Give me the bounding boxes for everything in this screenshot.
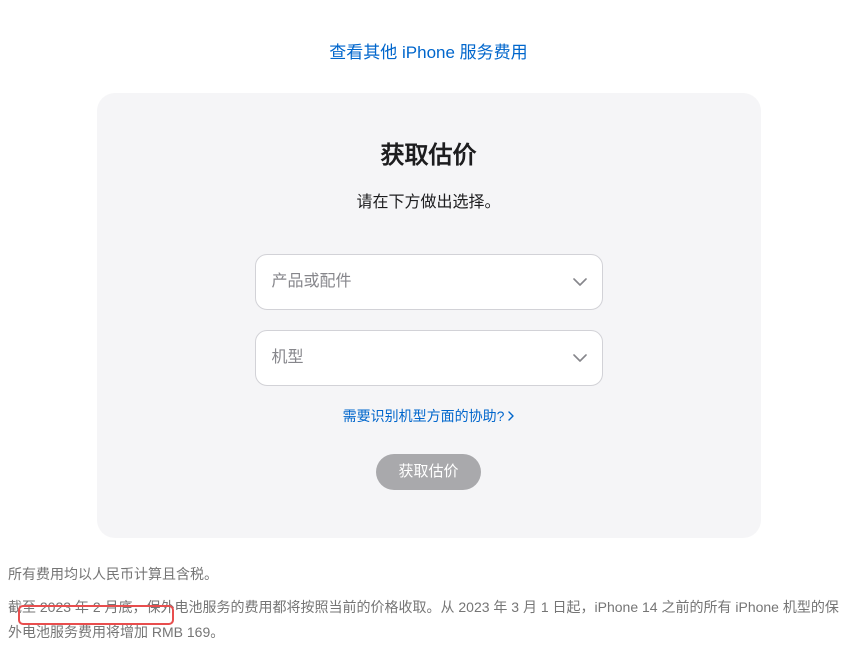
product-select-wrap: 产品或配件 xyxy=(255,254,603,310)
chevron-right-icon xyxy=(508,408,514,424)
model-select-placeholder: 机型 xyxy=(272,330,304,386)
help-link-container: 需要识别机型方面的协助? xyxy=(137,406,721,426)
model-select-wrap: 机型 xyxy=(255,330,603,386)
model-select[interactable]: 机型 xyxy=(255,330,603,386)
help-link-label: 需要识别机型方面的协助? xyxy=(343,406,505,426)
other-iphone-service-fees-link[interactable]: 查看其他 iPhone 服务费用 xyxy=(329,43,527,62)
top-link-container: 查看其他 iPhone 服务费用 xyxy=(0,0,857,83)
footer-line1: 所有费用均以人民币计算且含税。 xyxy=(8,562,852,587)
identify-model-help-link[interactable]: 需要识别机型方面的协助? xyxy=(343,406,515,426)
estimate-card: 获取估价 请在下方做出选择。 产品或配件 机型 xyxy=(97,93,761,538)
footer-text: 所有费用均以人民币计算且含税。 截至 2023 年 2 月底，保外电池服务的费用… xyxy=(8,562,852,646)
get-estimate-button[interactable]: 获取估价 xyxy=(376,454,480,490)
card-subtitle: 请在下方做出选择。 xyxy=(137,188,721,212)
footer-line2: 截至 2023 年 2 月底，保外电池服务的费用都将按照当前的价格收取。从 20… xyxy=(8,595,852,645)
product-select-placeholder: 产品或配件 xyxy=(272,254,352,310)
product-select[interactable]: 产品或配件 xyxy=(255,254,603,310)
select-group: 产品或配件 机型 xyxy=(137,254,721,386)
card-title: 获取估价 xyxy=(137,135,721,170)
